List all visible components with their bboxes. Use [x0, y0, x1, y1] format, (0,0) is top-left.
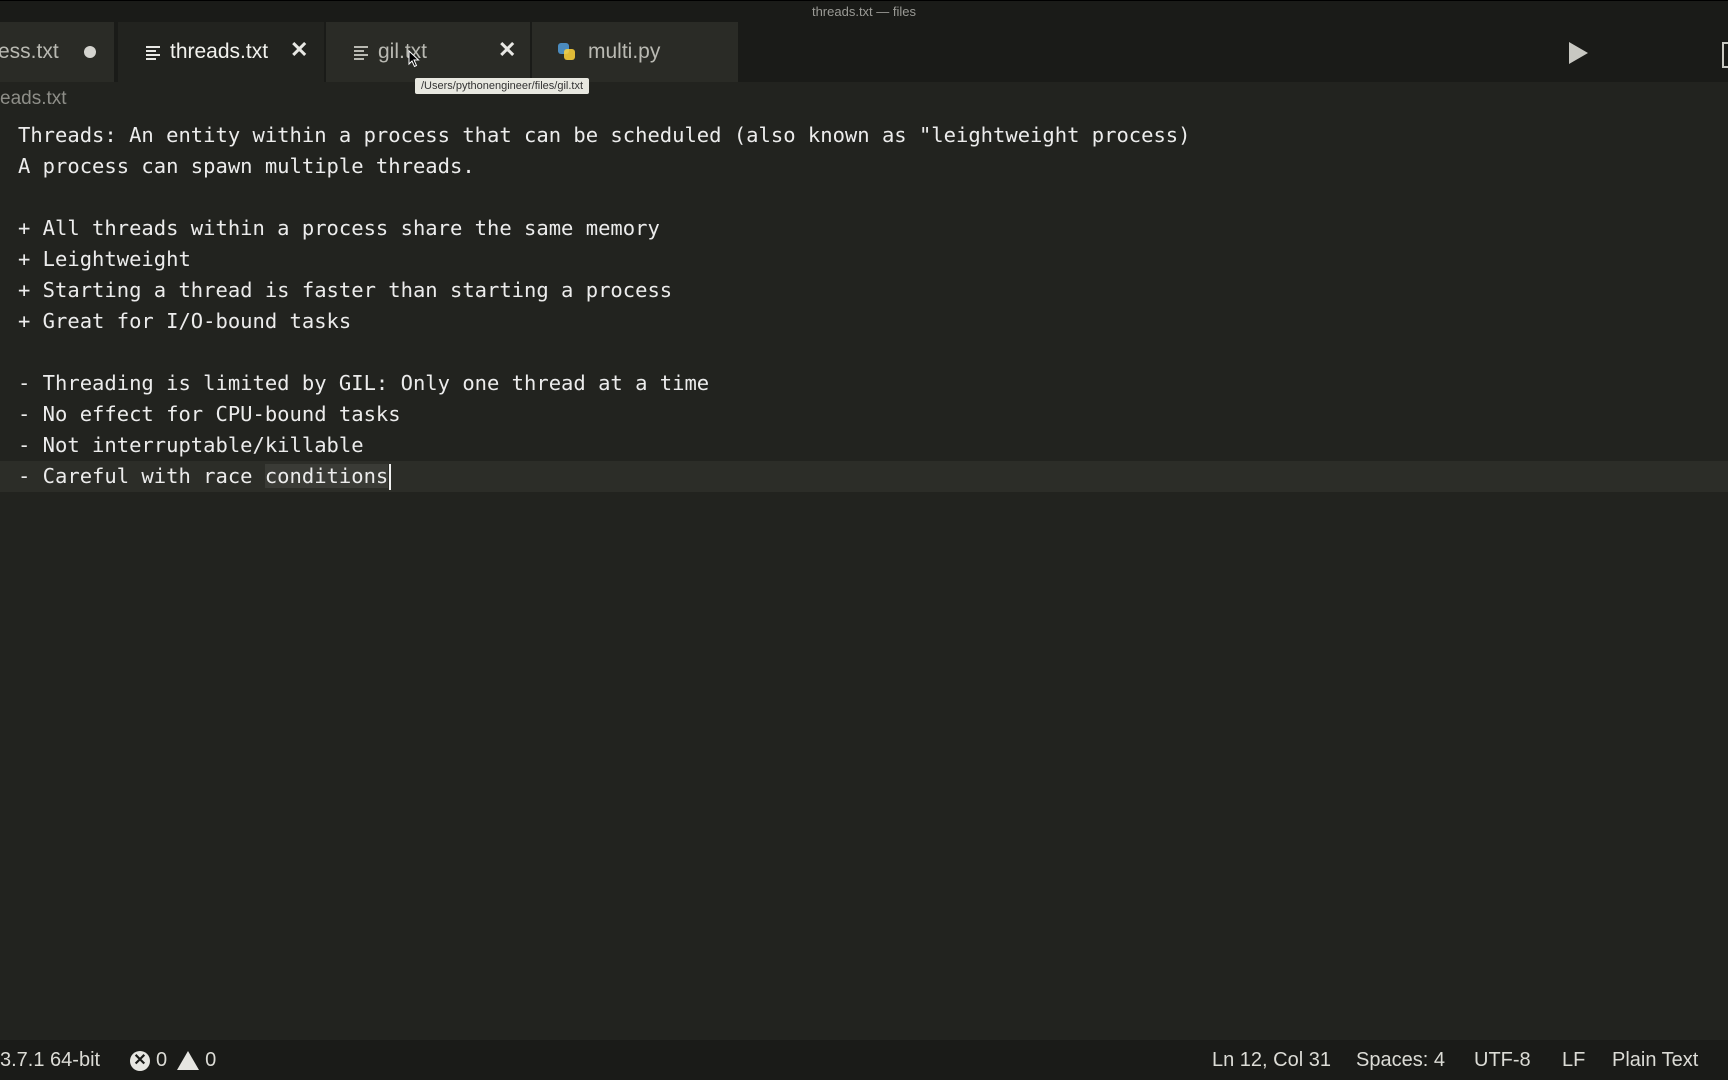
- python-icon: [558, 43, 576, 61]
- tab-process[interactable]: ess.txt: [0, 22, 114, 82]
- error-icon: ✕: [130, 1050, 150, 1071]
- python-interpreter[interactable]: 3.7.1 64-bit: [0, 1040, 100, 1080]
- editor-line[interactable]: Threads: An entity within a process that…: [0, 120, 1728, 151]
- line-ending[interactable]: LF: [1562, 1040, 1585, 1080]
- indentation[interactable]: Spaces: 4: [1356, 1040, 1445, 1080]
- error-count: 0: [156, 1049, 168, 1071]
- tab-multi[interactable]: multi.py: [532, 22, 738, 82]
- tab-label: multi.py: [588, 40, 661, 63]
- close-icon[interactable]: ✕: [498, 37, 516, 63]
- language-mode[interactable]: Plain Text: [1612, 1040, 1698, 1080]
- warning-icon: [177, 1051, 200, 1071]
- window-title: threads.txt — files: [0, 0, 1728, 23]
- editor-line[interactable]: - No effect for CPU-bound tasks: [0, 399, 1728, 430]
- breadcrumb[interactable]: eads.txt: [0, 88, 67, 110]
- encoding[interactable]: UTF-8: [1474, 1040, 1531, 1080]
- text-caret: [389, 464, 392, 490]
- tab-bar: ess.txt threads.txt ✕ gil.txt ✕ multi.py: [0, 22, 1728, 82]
- editor-line[interactable]: + Leightweight: [0, 244, 1728, 275]
- split-editor-icon[interactable]: [1722, 42, 1728, 68]
- status-bar: 3.7.1 64-bit ✕ 0 0 Ln 12, Col 31 Spaces: 4…: [0, 1040, 1728, 1080]
- editor-line[interactable]: - Not interruptable/killable: [0, 430, 1728, 461]
- editor-line[interactable]: - Threading is limited by GIL: Only one …: [0, 368, 1728, 399]
- editor-current-line[interactable]: - Careful with race conditions: [0, 461, 1728, 492]
- problems-indicator[interactable]: ✕ 0 0: [130, 1040, 216, 1080]
- unsaved-dot-icon[interactable]: [84, 46, 96, 58]
- editor-line[interactable]: [0, 182, 1728, 213]
- warning-count: 0: [205, 1049, 217, 1071]
- tab-label: ess.txt: [0, 40, 59, 63]
- editor-line[interactable]: + All threads within a process share the…: [0, 213, 1728, 244]
- mouse-pointer-icon: [408, 50, 420, 68]
- editor-line[interactable]: + Starting a thread is faster than start…: [0, 275, 1728, 306]
- text-file-icon: [146, 45, 160, 60]
- editor-window: threads.txt — files ess.txt threads.txt …: [0, 0, 1728, 1080]
- text-editor[interactable]: Threads: An entity within a process that…: [0, 120, 1728, 1040]
- text-file-icon: [354, 45, 368, 60]
- tab-tooltip: /Users/pythonengineer/files/gil.txt: [415, 78, 590, 94]
- tab-gil[interactable]: gil.txt ✕: [326, 22, 530, 82]
- tab-threads[interactable]: threads.txt ✕: [118, 22, 324, 82]
- run-icon[interactable]: [1569, 42, 1588, 64]
- cursor-position[interactable]: Ln 12, Col 31: [1212, 1040, 1331, 1080]
- editor-line[interactable]: + Great for I/O-bound tasks: [0, 306, 1728, 337]
- line-text: - Careful with race: [18, 464, 265, 488]
- tab-label: threads.txt: [170, 40, 269, 63]
- editor-line[interactable]: [0, 337, 1728, 368]
- selection-highlight: conditions: [264, 464, 389, 488]
- editor-line[interactable]: A process can spawn multiple threads.: [0, 151, 1728, 182]
- close-icon[interactable]: ✕: [290, 37, 308, 63]
